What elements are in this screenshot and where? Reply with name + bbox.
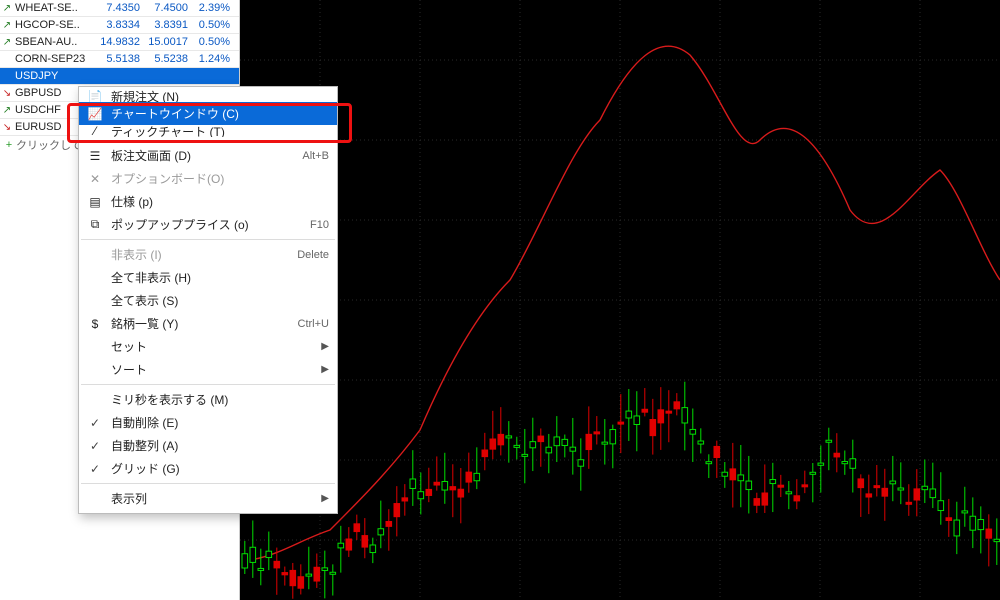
menu-item-label: 板注文画面 (D): [111, 147, 302, 164]
menu-item[interactable]: ☰ 板注文画面 (D)Alt+B: [79, 144, 337, 167]
menu-item-label: 全て非表示 (H): [111, 269, 329, 286]
arrow-up-icon: ↗: [0, 105, 14, 116]
list-icon: $: [85, 316, 105, 332]
menu-item-label: 非表示 (I): [111, 246, 297, 263]
blank-icon: [85, 293, 105, 309]
symbol-cell: SBEAN-AU..: [14, 36, 92, 48]
symbol-cell: CORN-SEP23: [14, 53, 92, 65]
spec-icon: ▤: [85, 194, 105, 210]
menu-item: 非表示 (I)Delete: [79, 243, 337, 266]
menu-separator: [81, 239, 335, 240]
menu-item[interactable]: ▤ 仕様 (p): [79, 190, 337, 213]
menu-item[interactable]: ✓ グリッド (G): [79, 457, 337, 480]
arrow-down-icon: ↘: [0, 88, 14, 99]
popup-icon: ⧉: [85, 217, 105, 233]
menu-item-label: 新規注文 (N): [111, 90, 329, 102]
menu-item-label: ソート: [111, 361, 321, 378]
doc-icon: 📄: [85, 90, 105, 102]
opt-icon: ✕: [85, 171, 105, 187]
menu-item-label: グリッド (G): [111, 460, 329, 477]
watchlist-row[interactable]: ↗WHEAT-SE..7.43507.45002.39%: [0, 0, 239, 17]
menu-item[interactable]: 全て表示 (S): [79, 289, 337, 312]
menu-separator: [81, 140, 335, 141]
arrow-up-icon: ↗: [0, 3, 14, 14]
menu-item[interactable]: $ 銘柄一覧 (Y)Ctrl+U: [79, 312, 337, 335]
menu-item[interactable]: 📄 新規注文 (N): [79, 90, 337, 102]
menu-item-label: オプションボード(O): [111, 170, 329, 187]
menu-item: ✕ オプションボード(O): [79, 167, 337, 190]
ask-cell: 5.5238: [140, 53, 188, 65]
arrow-up-icon: ↗: [0, 20, 14, 31]
chevron-right-icon: ▶: [321, 493, 329, 504]
change-cell: 1.24%: [188, 53, 234, 65]
blank-icon: [85, 270, 105, 286]
bid-cell: 14.9832: [92, 36, 140, 48]
bid-cell: 3.8334: [92, 19, 140, 31]
watchlist-row[interactable]: CORN-SEP235.51385.52381.24%: [0, 51, 239, 68]
menu-item[interactable]: 表示列▶: [79, 487, 337, 510]
blank-icon: [85, 491, 105, 507]
plus-icon: +: [2, 139, 16, 151]
check-icon: ✓: [85, 439, 105, 453]
menu-item-label: 自動整列 (A): [111, 437, 329, 454]
menu-separator: [81, 384, 335, 385]
ask-cell: 3.8391: [140, 19, 188, 31]
menu-item[interactable]: ✓ 自動整列 (A): [79, 434, 337, 457]
symbol-cell: HGCOP-SE..: [14, 19, 92, 31]
check-icon: ✓: [85, 462, 105, 476]
change-cell: 0.50%: [188, 19, 234, 31]
menu-shortcut: Ctrl+U: [298, 318, 329, 330]
watchlist-row[interactable]: ↗SBEAN-AU..14.983215.00170.50%: [0, 34, 239, 51]
menu-item-label: 表示列: [111, 490, 321, 507]
blank-icon: [85, 362, 105, 378]
bid-cell: 7.4350: [92, 2, 140, 14]
symbol-cell: WHEAT-SE..: [14, 2, 92, 14]
chart-icon: 📈: [85, 106, 105, 122]
menu-item[interactable]: ミリ秒を表示する (M): [79, 388, 337, 411]
add-symbol-label: クリックして: [16, 137, 82, 153]
menu-item[interactable]: ⁄ ティックチャート (T): [79, 125, 337, 137]
menu-item-label: チャートウインドウ (C): [111, 105, 329, 122]
menu-item[interactable]: 全て非表示 (H): [79, 266, 337, 289]
menu-item[interactable]: セット▶: [79, 335, 337, 358]
board-icon: ☰: [85, 148, 105, 164]
ask-cell: 7.4500: [140, 2, 188, 14]
ask-cell: 15.0017: [140, 36, 188, 48]
watchlist-row[interactable]: ↗HGCOP-SE..3.83343.83910.50%: [0, 17, 239, 34]
menu-item-label: 全て表示 (S): [111, 292, 329, 309]
blank-icon: [85, 247, 105, 263]
chevron-right-icon: ▶: [321, 364, 329, 375]
check-icon: ✓: [85, 416, 105, 430]
menu-item-label: ポップアッププライス (o): [111, 216, 310, 233]
menu-item[interactable]: ⧉ ポップアッププライス (o)F10: [79, 213, 337, 236]
menu-shortcut: F10: [310, 219, 329, 231]
menu-item-label: ティックチャート (T): [111, 125, 329, 137]
change-cell: 0.50%: [188, 36, 234, 48]
change-cell: 2.39%: [188, 2, 234, 14]
chevron-right-icon: ▶: [321, 341, 329, 352]
symbol-cell: USDJPY: [14, 70, 92, 82]
menu-item-label: 仕様 (p): [111, 193, 329, 210]
menu-item-label: セット: [111, 338, 321, 355]
menu-item[interactable]: ソート▶: [79, 358, 337, 381]
chart-area[interactable]: [240, 0, 1000, 600]
blank-icon: [85, 339, 105, 355]
tick-icon: ⁄: [85, 125, 105, 137]
menu-shortcut: Delete: [297, 249, 329, 261]
menu-separator: [81, 483, 335, 484]
menu-item[interactable]: 📈 チャートウインドウ (C): [79, 102, 337, 125]
menu-item-label: ミリ秒を表示する (M): [111, 391, 329, 408]
bid-cell: 5.5138: [92, 53, 140, 65]
menu-shortcut: Alt+B: [302, 150, 329, 162]
blank-icon: [85, 392, 105, 408]
menu-item-label: 銘柄一覧 (Y): [111, 315, 298, 332]
arrow-down-icon: ↘: [0, 122, 14, 133]
arrow-up-icon: ↗: [0, 37, 14, 48]
context-menu: 📄 新規注文 (N) 📈 チャートウインドウ (C) ⁄ ティックチャート (T) ☰ 板注文…: [78, 86, 338, 514]
watchlist-row[interactable]: USDJPY: [0, 68, 239, 85]
menu-item[interactable]: ✓ 自動削除 (E): [79, 411, 337, 434]
candlestick-chart: [240, 0, 1000, 600]
menu-item-label: 自動削除 (E): [111, 414, 329, 431]
